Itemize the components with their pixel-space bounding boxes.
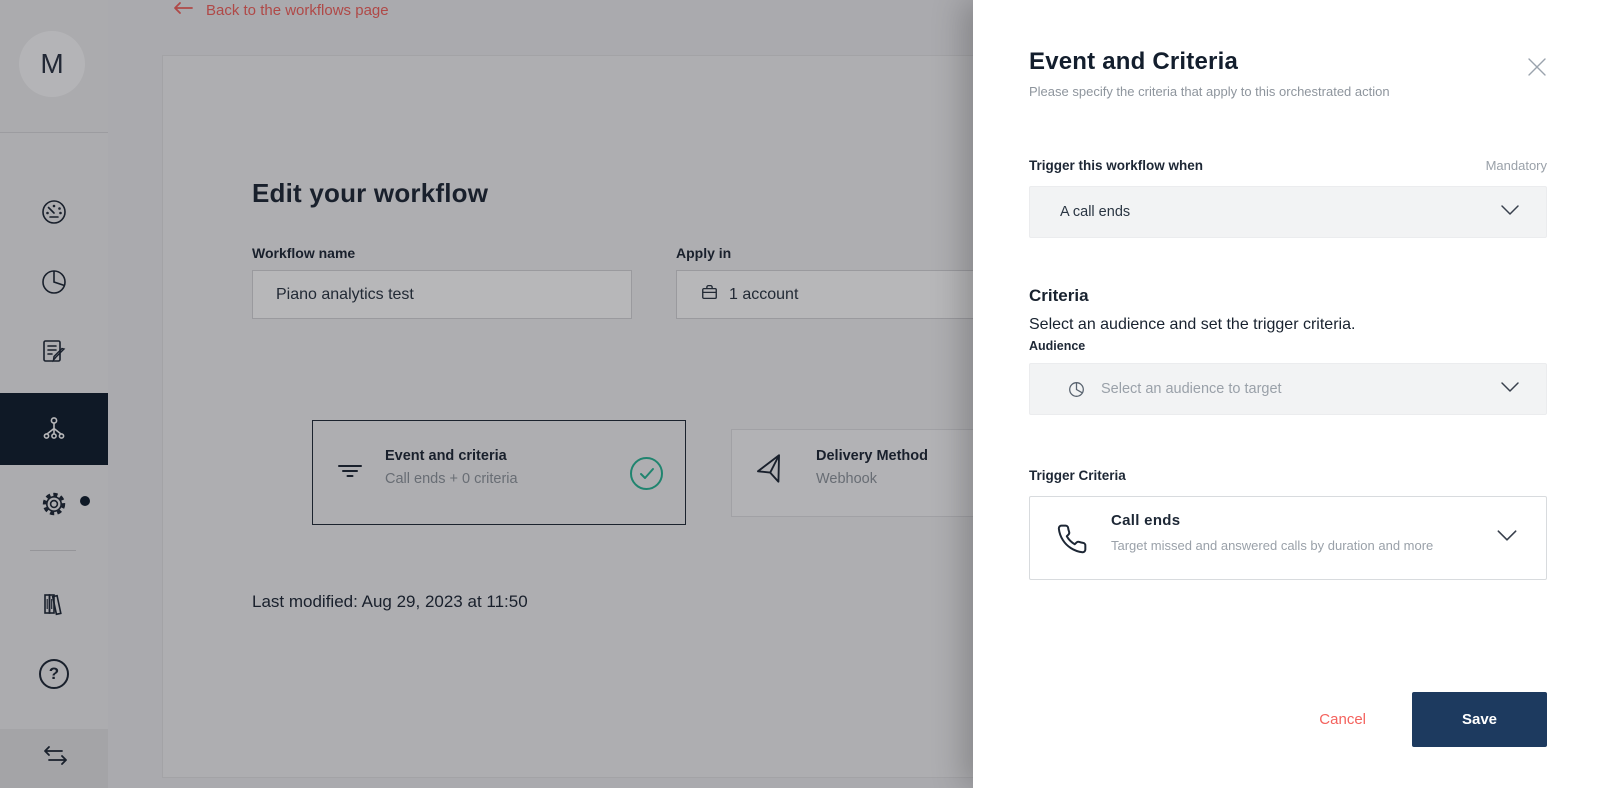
call-ends-criteria-card[interactable]: Call ends Target missed and answered cal… (1029, 496, 1547, 580)
criteria-heading: Criteria (1029, 286, 1089, 306)
audience-placeholder: Select an audience to target (1101, 381, 1282, 397)
cancel-button[interactable]: Cancel (1319, 711, 1366, 728)
drawer-footer: Cancel Save (1319, 692, 1547, 747)
trigger-event-value: A call ends (1060, 204, 1130, 220)
event-criteria-drawer: Event and Criteria Please specify the cr… (973, 0, 1600, 788)
audience-label: Audience (1029, 339, 1085, 353)
modal-scrim (0, 0, 973, 788)
trigger-event-select[interactable]: A call ends (1029, 186, 1547, 238)
chevron-down-icon (1500, 204, 1520, 220)
criteria-card-title: Call ends (1111, 512, 1433, 529)
trigger-label-row: Trigger this workflow when Mandatory (1029, 158, 1547, 173)
close-icon (1526, 56, 1548, 83)
criteria-card-subtitle: Target missed and answered calls by dura… (1111, 538, 1433, 553)
trigger-when-label: Trigger this workflow when (1029, 158, 1203, 173)
drawer-title: Event and Criteria (1029, 48, 1238, 76)
save-button[interactable]: Save (1412, 692, 1547, 747)
mandatory-tag: Mandatory (1486, 158, 1547, 173)
phone-icon (1056, 523, 1088, 560)
app-root: M (0, 0, 1600, 788)
chevron-down-icon (1500, 380, 1520, 398)
drawer-subtitle: Please specify the criteria that apply t… (1029, 84, 1390, 99)
criteria-description: Select an audience and set the trigger c… (1029, 316, 1355, 334)
chevron-down-icon (1496, 529, 1518, 547)
audience-pie-icon (1068, 381, 1085, 398)
audience-select[interactable]: Select an audience to target (1029, 363, 1547, 415)
trigger-criteria-label: Trigger Criteria (1029, 468, 1126, 483)
close-button[interactable] (1525, 57, 1549, 81)
